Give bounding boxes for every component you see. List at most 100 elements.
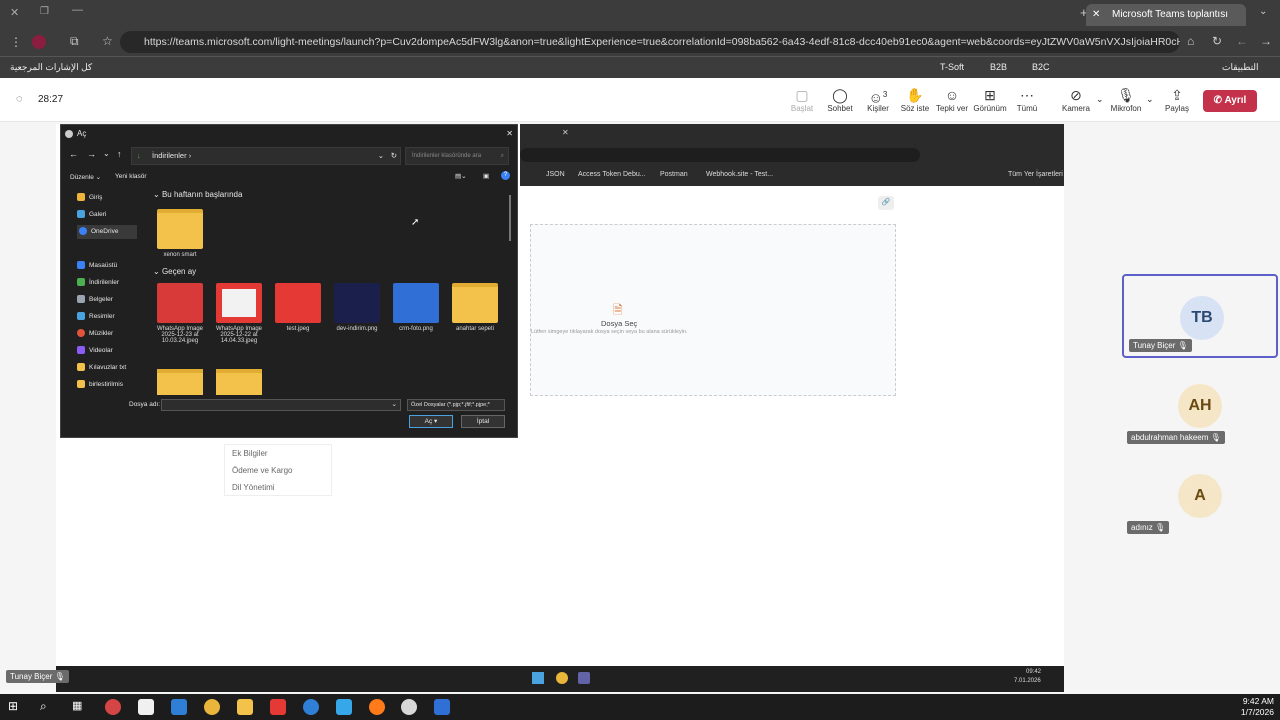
mic-options-chevron-icon[interactable]: ⌄ [1146, 94, 1154, 105]
forward-icon[interactable]: → [1260, 34, 1272, 48]
avatar: TB [1180, 296, 1224, 340]
dropzone-title: Dosya Seç [601, 319, 638, 328]
folder-icon [216, 369, 262, 395]
tab-teams-meeting[interactable]: ✕ Microsoft Teams toplantısı [1086, 4, 1246, 26]
camera-options-chevron-icon[interactable]: ⌄ [1096, 94, 1104, 105]
sharer-name-text: Tunay Biçer [10, 672, 53, 681]
store-icon[interactable] [138, 699, 154, 715]
start-label: Başlat [790, 104, 814, 113]
mouse-cursor-icon: ➚ [411, 217, 420, 228]
sidebar-label: İndirilenler [89, 279, 119, 286]
file-item: xenon smart [153, 209, 207, 258]
group-label: Geçen ay [161, 267, 197, 276]
shared-taskbar: 09:42 7.01.2026 [56, 666, 1064, 692]
sidebar-item-documents: Belgeler [77, 293, 113, 307]
file-item: anahtar sepeti [448, 283, 502, 332]
anydesk-icon[interactable] [270, 699, 286, 715]
sidebar-item-pictures: Resimler [77, 310, 115, 324]
nav-history-icon: ⌄ [103, 149, 110, 158]
raise-hand-button[interactable]: ✋ Söz iste [895, 86, 935, 113]
minimize-icon[interactable]: — [72, 4, 83, 16]
raise-hand-icon: ✋ [906, 87, 924, 103]
tab-search-icon[interactable]: ⌄ [1259, 6, 1267, 17]
file-item: WhatsApp Image 2025-12-23 at 10.03.24.jp… [153, 283, 207, 344]
people-label: Kişiler [867, 104, 889, 113]
sidebar-item-desktop: Masaüstü [77, 259, 117, 273]
back-icon[interactable]: ← [1236, 34, 1248, 48]
nav-back-icon: ← [69, 149, 78, 159]
sharer-name-badge: Tunay Biçer 🎙 [6, 670, 69, 683]
gallery-icon [77, 210, 85, 219]
sidebar-label: Giriş [89, 194, 103, 201]
camera-button[interactable]: ⊘ Kamera [1056, 86, 1096, 113]
close-window-icon[interactable]: ✕ [10, 6, 19, 19]
more-button[interactable]: ⋯ Tümü [1007, 86, 1047, 113]
camera-label: Kamera [1061, 104, 1090, 113]
system-clock[interactable]: 9:42 AM 1/7/2026 [1241, 696, 1274, 718]
participant-tile[interactable]: AH abdulrahman hakeem 🎙 [1122, 364, 1278, 448]
more-icon: ⋯ [1020, 87, 1034, 103]
react-button[interactable]: ☺ Tepki ver [932, 86, 972, 113]
view-button[interactable]: ⊞ Görünüm [970, 86, 1010, 113]
dialog-bottom-bar: Dosya adı: ⌄ Özel Dosyalar (*.pjp;*.jfif… [61, 397, 517, 439]
share-button[interactable]: ⇪ Paylaş [1157, 86, 1197, 113]
shared-bookmark-webhook: Webhook.site - Test... [706, 171, 774, 178]
clock-time: 9:42 AM [1242, 696, 1274, 706]
extensions-icon[interactable]: ⧉ [70, 34, 79, 49]
participant-tile[interactable]: A adınız 🎙 [1122, 454, 1278, 538]
path-refresh-icon: ↻ [390, 151, 397, 160]
mail-icon[interactable] [171, 699, 187, 715]
bookmark-apps[interactable]: التطبيقات [1222, 62, 1259, 73]
group-label: Bu haftanın başlarında [161, 190, 243, 199]
participant-tile[interactable]: TB Tunay Biçer 🎙 [1122, 274, 1278, 358]
profile-icon[interactable] [32, 35, 46, 49]
bookmark-star-icon[interactable]: ☆ [102, 34, 113, 48]
leave-button[interactable]: ✆ Ayrıl [1203, 90, 1257, 112]
participant-name-text: Tunay Biçer [1133, 341, 1176, 350]
windows-start-icon[interactable]: ⊞ [8, 699, 24, 715]
desktop-icon [77, 261, 85, 270]
all-bookmarks-link[interactable]: كل الإشارات المرجعية [10, 62, 92, 73]
sidebar-item-downloads: İndirilenler [77, 276, 119, 290]
file-explorer-icon[interactable] [237, 699, 253, 715]
app-icon-red[interactable] [105, 699, 121, 715]
chrome-icon[interactable] [204, 699, 220, 715]
people-button[interactable]: ☺3 Kişiler [858, 86, 898, 113]
restore-icon[interactable]: ❐ [40, 6, 49, 17]
search-icon[interactable]: ⌕ [40, 699, 56, 715]
firefox-icon[interactable] [369, 699, 385, 715]
scrollbar-thumb [509, 195, 511, 241]
file-item: WhatsApp Image 2025-12-22 at 14.04.33.jp… [212, 283, 266, 344]
bookmark-b2b[interactable]: B2B [990, 62, 1007, 72]
close-tab-icon[interactable]: ✕ [1092, 4, 1100, 26]
reload-icon[interactable]: ↻ [1212, 34, 1222, 48]
bookmark-b2c[interactable]: B2C [1032, 62, 1050, 72]
participant-name-text: adınız [1131, 523, 1153, 532]
chat-button[interactable]: ◯ Sohbet [820, 86, 860, 113]
bookmark-tsoft[interactable]: T-Soft [940, 62, 964, 72]
remote-app-icon[interactable] [434, 699, 450, 715]
task-view-icon[interactable]: ▦ [72, 699, 88, 715]
clock-app-icon[interactable] [401, 699, 417, 715]
shared-clock-date: 7.01.2026 [1014, 678, 1041, 684]
home-icon[interactable]: ⌂ [1187, 34, 1194, 48]
view-label: Görünüm [973, 104, 1007, 113]
vscode-icon[interactable] [303, 699, 319, 715]
meeting-timer: 28:27 [38, 94, 64, 105]
menu-payment-shipping: Ödeme ve Kargo [232, 466, 293, 475]
shared-clock-time: 09:42 [1026, 669, 1042, 675]
mic-button[interactable]: 🎙 Mikrofon [1106, 86, 1146, 113]
organize-button: Düzenle ⌄ [70, 174, 102, 181]
shared-bookmarks-bar: JSON Access Token Debu... Postman Webhoo… [520, 166, 1064, 186]
image-thumbnail [393, 283, 439, 323]
filetype-select: Özel Dosyalar (*.pjp;*.jfif;*.pjpe;* [407, 399, 505, 411]
file-name: xenon smart [163, 252, 197, 258]
start-button[interactable]: ▢ Başlat [782, 86, 822, 113]
url-field[interactable]: https://teams.microsoft.com/light-meetin… [120, 31, 1180, 53]
shared-url-bar [520, 148, 920, 162]
menu-dots-icon[interactable]: ⋮ [10, 35, 22, 49]
view-icon: ⊞ [984, 87, 996, 103]
sync-icon[interactable] [336, 699, 352, 715]
sidebar-item-music: Müzikler [77, 327, 113, 341]
folder-icon [77, 363, 85, 372]
